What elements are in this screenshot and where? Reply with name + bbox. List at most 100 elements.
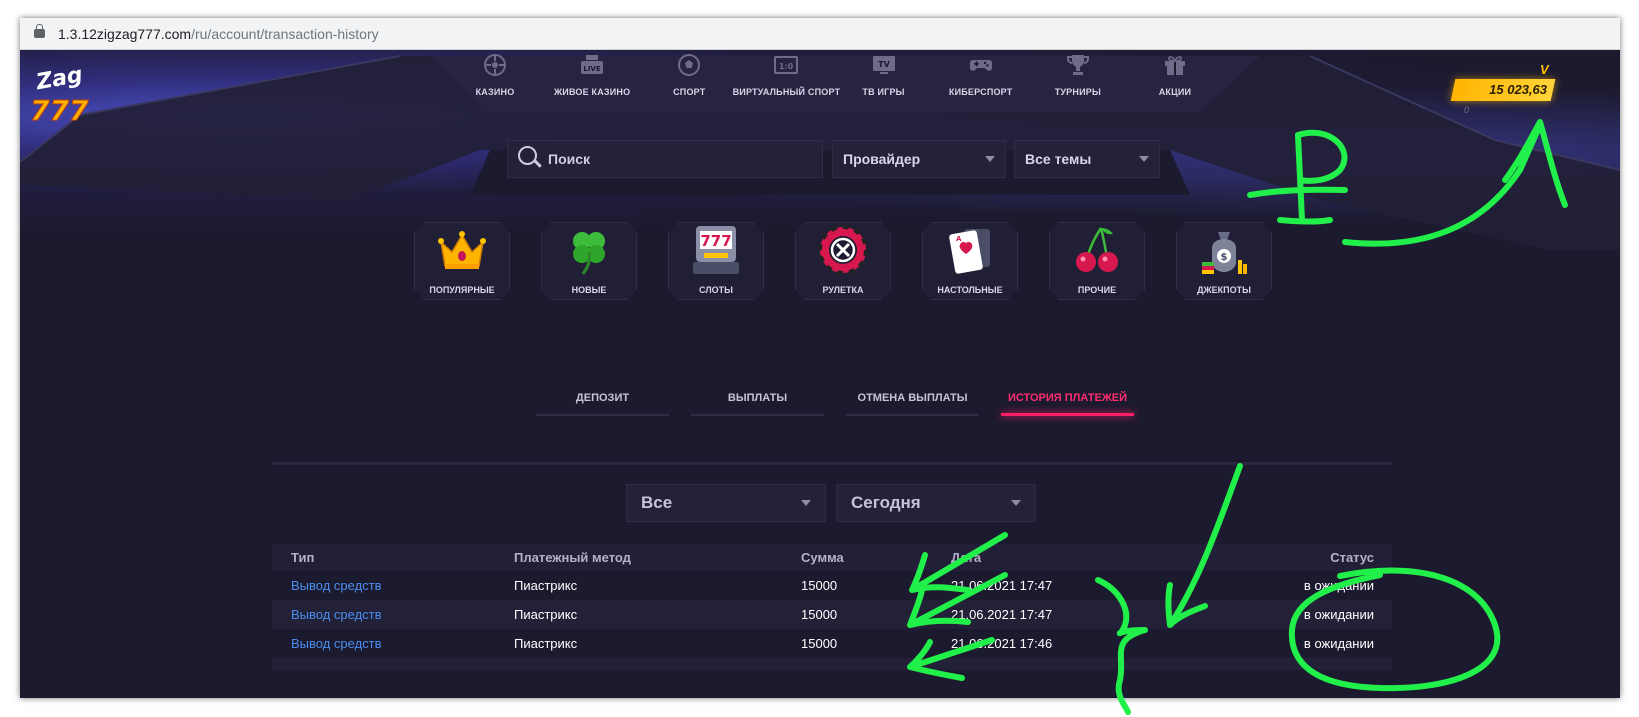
row-amount: 15000 <box>801 636 838 651</box>
slot-machine-icon: 777 <box>693 226 739 274</box>
themes-dropdown[interactable]: Все темы <box>1014 140 1160 178</box>
tab-payment-history[interactable]: ИСТОРИЯ ПЛАТЕЖЕЙ <box>995 380 1140 416</box>
address-bar[interactable]: 1.3.12zigzag777.com/ru/account/transacti… <box>20 18 1620 50</box>
nav-label: КАЗИНО <box>475 87 515 97</box>
search-input[interactable] <box>548 151 808 167</box>
nav-item-sport[interactable]: СПОРТ <box>644 50 734 122</box>
type-filter-dropdown[interactable]: Все <box>626 484 826 522</box>
category-label: ПОПУЛЯРНЫЕ <box>429 285 495 295</box>
row-type-link[interactable]: Вывод средств <box>272 607 514 622</box>
period-filter-label: Сегодня <box>851 493 921 512</box>
roulette-icon <box>818 225 868 275</box>
column-header-method[interactable]: Платежный метод <box>514 550 801 565</box>
provider-dropdown[interactable]: Провайдер <box>832 140 1006 178</box>
tab-cancel-payout[interactable]: ОТМЕНА ВЫПЛАТЫ <box>840 380 985 416</box>
balance-value: 15 023,63 <box>1489 82 1547 97</box>
category-label: НОВЫЕ <box>571 285 607 295</box>
tab-payouts[interactable]: ВЫПЛАТЫ <box>685 380 830 416</box>
column-header-date[interactable]: Дата <box>951 550 1211 565</box>
nav-item-promotions[interactable]: АКЦИИ <box>1130 50 1220 122</box>
search-icon <box>518 146 544 172</box>
nav-item-live-casino[interactable]: LIVE ЖИВОЕ КАЗИНО <box>547 50 637 122</box>
nav-item-tournaments[interactable]: ТУРНИРЫ <box>1033 50 1123 122</box>
playing-card-icon: A <box>949 229 990 274</box>
period-filter-dropdown[interactable]: Сегодня <box>836 484 1036 522</box>
nav-label: ТУРНИРЫ <box>1054 87 1101 97</box>
gamepad-icon <box>969 60 992 71</box>
svg-text:1:0: 1:0 <box>779 62 794 71</box>
soccer-ball-icon <box>678 54 701 76</box>
roulette-wheel-icon <box>484 54 506 76</box>
row-status: в ожидании <box>1303 578 1374 593</box>
svg-text:777: 777 <box>700 232 731 250</box>
svg-text:TV: TV <box>878 60 890 69</box>
row-amount: 15000 <box>801 578 838 593</box>
column-header-type[interactable]: Тип <box>272 550 514 565</box>
category-roulette[interactable]: РУЛЕТКА <box>789 218 897 300</box>
row-method: Пиастрикс <box>514 636 578 651</box>
themes-dropdown-label: Все темы <box>1025 151 1092 167</box>
category-slots[interactable]: 777 СЛОТЫ <box>662 218 770 300</box>
bonus-balance: 0 <box>1464 105 1470 115</box>
row-date: 21.06.2021 17:46 <box>951 636 1053 651</box>
column-header-status[interactable]: Статус <box>1211 550 1392 565</box>
trophy-icon <box>1066 55 1089 75</box>
lock-icon <box>34 24 45 38</box>
type-filter-label: Все <box>641 493 673 512</box>
nav-item-virtual-sport[interactable]: 1:0 ВИРТУАЛЬНЫЙ СПОРТ <box>733 50 840 122</box>
zigzag-logo[interactable]: Zag 777 <box>26 58 96 128</box>
nav-label: ВИРТУАЛЬНЫЙ СПОРТ <box>732 87 841 97</box>
category-label: РУЛЕТКА <box>822 285 864 295</box>
svg-text:$: $ <box>1221 252 1228 263</box>
cherries-icon <box>1076 227 1118 272</box>
tab-deposit[interactable]: ДЕПОЗИТ <box>530 380 675 416</box>
nav-item-esports[interactable]: КИБЕРСПОРТ <box>936 50 1026 122</box>
category-jackpots[interactable]: $ ДЖЕКПОТЫ <box>1170 218 1278 300</box>
chevron-down-icon <box>801 500 811 506</box>
row-amount: 15000 <box>801 607 838 622</box>
category-label: ДЖЕКПОТЫ <box>1197 285 1251 295</box>
row-method: Пиастрикс <box>514 578 578 593</box>
search-box[interactable] <box>507 140 823 178</box>
category-popular[interactable]: ПОПУЛЯРНЫЕ <box>408 218 516 300</box>
nav-label: КИБЕРСПОРТ <box>948 87 1013 97</box>
nav-item-tv-games[interactable]: TV ТВ ИГРЫ <box>839 50 929 122</box>
row-status: в ожидании <box>1303 636 1374 651</box>
crown-icon <box>438 231 486 269</box>
table-row: Вывод средств Пиастрикс 15000 21.06.2021… <box>272 571 1392 600</box>
scoreboard-icon: 1:0 <box>774 56 799 74</box>
row-type-link[interactable]: Вывод средств <box>272 578 514 593</box>
category-label: НАСТОЛЬНЫЕ <box>937 285 1003 295</box>
transaction-table: Тип Платежный метод Сумма Дата Статус Вы… <box>272 544 1392 670</box>
chevron-down-icon <box>985 156 995 162</box>
svg-text:LIVE: LIVE <box>584 65 601 73</box>
row-date: 21.06.2021 17:47 <box>951 607 1053 622</box>
category-bar: ПОПУЛЯРНЫЕ НОВЫЕ 777 СЛОТЫ РУЛЕТКА A НАС… <box>408 218 1278 300</box>
column-header-amount[interactable]: Сумма <box>801 550 951 565</box>
clover-icon <box>573 232 605 275</box>
category-table[interactable]: A НАСТОЛЬНЫЕ <box>916 218 1024 300</box>
provider-dropdown-label: Провайдер <box>843 151 921 167</box>
url-text[interactable]: 1.3.12zigzag777.com/ru/account/transacti… <box>58 26 379 42</box>
row-type-link[interactable]: Вывод средств <box>272 636 514 651</box>
balance-badge[interactable]: 15 023,63 <box>1450 79 1556 101</box>
row-method: Пиастрикс <box>514 607 578 622</box>
chevron-down-icon <box>1139 156 1149 162</box>
table-row: Вывод средств Пиастрикс 15000 21.06.2021… <box>272 600 1392 629</box>
browser-window: 1.3.12zigzag777.com/ru/account/transacti… <box>20 18 1620 698</box>
logo-text-bottom: 777 <box>30 94 89 127</box>
casino-site: Zag 777 КАЗИНО LIVE ЖИВОЕ КАЗИНО СПОРТ 1… <box>20 50 1620 698</box>
vip-label: V <box>1540 62 1549 77</box>
nav-label: ЖИВОЕ КАЗИНО <box>553 87 631 97</box>
chevron-down-icon <box>1011 500 1021 506</box>
gift-icon <box>1164 56 1185 75</box>
table-header: Тип Платежный метод Сумма Дата Статус <box>272 544 1392 571</box>
nav-item-casino[interactable]: КАЗИНО <box>450 50 540 122</box>
section-divider <box>272 462 1392 465</box>
category-new[interactable]: НОВЫЕ <box>535 218 643 300</box>
nav-label: ТВ ИГРЫ <box>862 87 905 97</box>
category-other[interactable]: ПРОЧИЕ <box>1043 218 1151 300</box>
category-label: ПРОЧИЕ <box>1077 285 1117 295</box>
row-status: в ожидании <box>1303 607 1374 622</box>
table-row-partial <box>272 658 1392 670</box>
